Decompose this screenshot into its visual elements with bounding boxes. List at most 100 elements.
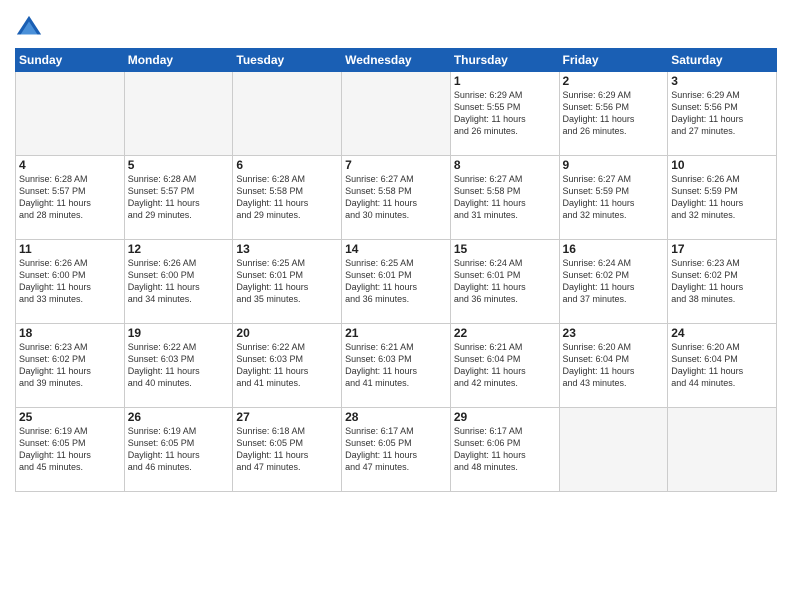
weekday-header: Sunday	[16, 49, 125, 72]
day-info: Sunrise: 6:25 AM Sunset: 6:01 PM Dayligh…	[345, 257, 447, 306]
calendar-week-row: 18Sunrise: 6:23 AM Sunset: 6:02 PM Dayli…	[16, 324, 777, 408]
day-info: Sunrise: 6:23 AM Sunset: 6:02 PM Dayligh…	[671, 257, 773, 306]
calendar-day-cell: 3Sunrise: 6:29 AM Sunset: 5:56 PM Daylig…	[668, 72, 777, 156]
calendar-day-cell	[124, 72, 233, 156]
calendar-day-cell: 21Sunrise: 6:21 AM Sunset: 6:03 PM Dayli…	[342, 324, 451, 408]
day-number: 24	[671, 326, 773, 340]
day-info: Sunrise: 6:23 AM Sunset: 6:02 PM Dayligh…	[19, 341, 121, 390]
calendar-day-cell	[668, 408, 777, 492]
day-number: 27	[236, 410, 338, 424]
day-number: 2	[563, 74, 665, 88]
day-number: 22	[454, 326, 556, 340]
day-info: Sunrise: 6:17 AM Sunset: 6:05 PM Dayligh…	[345, 425, 447, 474]
day-number: 25	[19, 410, 121, 424]
calendar-day-cell	[342, 72, 451, 156]
day-info: Sunrise: 6:20 AM Sunset: 6:04 PM Dayligh…	[671, 341, 773, 390]
calendar-day-cell: 4Sunrise: 6:28 AM Sunset: 5:57 PM Daylig…	[16, 156, 125, 240]
day-info: Sunrise: 6:29 AM Sunset: 5:56 PM Dayligh…	[563, 89, 665, 138]
calendar-day-cell: 17Sunrise: 6:23 AM Sunset: 6:02 PM Dayli…	[668, 240, 777, 324]
day-info: Sunrise: 6:26 AM Sunset: 6:00 PM Dayligh…	[19, 257, 121, 306]
calendar-day-cell: 5Sunrise: 6:28 AM Sunset: 5:57 PM Daylig…	[124, 156, 233, 240]
calendar-week-row: 11Sunrise: 6:26 AM Sunset: 6:00 PM Dayli…	[16, 240, 777, 324]
calendar-day-cell: 14Sunrise: 6:25 AM Sunset: 6:01 PM Dayli…	[342, 240, 451, 324]
day-number: 1	[454, 74, 556, 88]
calendar-week-row: 25Sunrise: 6:19 AM Sunset: 6:05 PM Dayli…	[16, 408, 777, 492]
calendar-day-cell: 24Sunrise: 6:20 AM Sunset: 6:04 PM Dayli…	[668, 324, 777, 408]
weekday-header: Friday	[559, 49, 668, 72]
day-number: 14	[345, 242, 447, 256]
day-number: 6	[236, 158, 338, 172]
weekday-header: Monday	[124, 49, 233, 72]
calendar-day-cell: 1Sunrise: 6:29 AM Sunset: 5:55 PM Daylig…	[450, 72, 559, 156]
day-number: 20	[236, 326, 338, 340]
weekday-header: Thursday	[450, 49, 559, 72]
day-info: Sunrise: 6:24 AM Sunset: 6:01 PM Dayligh…	[454, 257, 556, 306]
day-info: Sunrise: 6:17 AM Sunset: 6:06 PM Dayligh…	[454, 425, 556, 474]
day-info: Sunrise: 6:18 AM Sunset: 6:05 PM Dayligh…	[236, 425, 338, 474]
day-number: 21	[345, 326, 447, 340]
day-number: 18	[19, 326, 121, 340]
calendar-table: SundayMondayTuesdayWednesdayThursdayFrid…	[15, 48, 777, 492]
day-info: Sunrise: 6:25 AM Sunset: 6:01 PM Dayligh…	[236, 257, 338, 306]
day-info: Sunrise: 6:27 AM Sunset: 5:58 PM Dayligh…	[454, 173, 556, 222]
header	[15, 10, 777, 42]
day-info: Sunrise: 6:29 AM Sunset: 5:56 PM Dayligh…	[671, 89, 773, 138]
logo-icon	[15, 14, 43, 42]
day-info: Sunrise: 6:28 AM Sunset: 5:57 PM Dayligh…	[128, 173, 230, 222]
day-number: 19	[128, 326, 230, 340]
calendar-day-cell: 26Sunrise: 6:19 AM Sunset: 6:05 PM Dayli…	[124, 408, 233, 492]
calendar-day-cell: 25Sunrise: 6:19 AM Sunset: 6:05 PM Dayli…	[16, 408, 125, 492]
day-number: 15	[454, 242, 556, 256]
logo	[15, 14, 45, 42]
page: SundayMondayTuesdayWednesdayThursdayFrid…	[0, 0, 792, 612]
day-number: 26	[128, 410, 230, 424]
day-info: Sunrise: 6:21 AM Sunset: 6:04 PM Dayligh…	[454, 341, 556, 390]
calendar-day-cell: 13Sunrise: 6:25 AM Sunset: 6:01 PM Dayli…	[233, 240, 342, 324]
day-number: 12	[128, 242, 230, 256]
calendar-day-cell	[559, 408, 668, 492]
day-number: 5	[128, 158, 230, 172]
calendar-day-cell: 15Sunrise: 6:24 AM Sunset: 6:01 PM Dayli…	[450, 240, 559, 324]
calendar-day-cell	[233, 72, 342, 156]
day-number: 17	[671, 242, 773, 256]
calendar-day-cell: 16Sunrise: 6:24 AM Sunset: 6:02 PM Dayli…	[559, 240, 668, 324]
day-info: Sunrise: 6:27 AM Sunset: 5:58 PM Dayligh…	[345, 173, 447, 222]
day-number: 9	[563, 158, 665, 172]
day-info: Sunrise: 6:26 AM Sunset: 5:59 PM Dayligh…	[671, 173, 773, 222]
calendar-day-cell: 11Sunrise: 6:26 AM Sunset: 6:00 PM Dayli…	[16, 240, 125, 324]
calendar-day-cell: 22Sunrise: 6:21 AM Sunset: 6:04 PM Dayli…	[450, 324, 559, 408]
calendar-day-cell: 18Sunrise: 6:23 AM Sunset: 6:02 PM Dayli…	[16, 324, 125, 408]
calendar-day-cell: 12Sunrise: 6:26 AM Sunset: 6:00 PM Dayli…	[124, 240, 233, 324]
calendar-day-cell: 7Sunrise: 6:27 AM Sunset: 5:58 PM Daylig…	[342, 156, 451, 240]
calendar-day-cell: 27Sunrise: 6:18 AM Sunset: 6:05 PM Dayli…	[233, 408, 342, 492]
day-number: 16	[563, 242, 665, 256]
calendar-day-cell: 29Sunrise: 6:17 AM Sunset: 6:06 PM Dayli…	[450, 408, 559, 492]
day-info: Sunrise: 6:20 AM Sunset: 6:04 PM Dayligh…	[563, 341, 665, 390]
day-number: 28	[345, 410, 447, 424]
calendar-day-cell: 19Sunrise: 6:22 AM Sunset: 6:03 PM Dayli…	[124, 324, 233, 408]
day-info: Sunrise: 6:19 AM Sunset: 6:05 PM Dayligh…	[19, 425, 121, 474]
day-number: 7	[345, 158, 447, 172]
day-number: 29	[454, 410, 556, 424]
calendar-week-row: 4Sunrise: 6:28 AM Sunset: 5:57 PM Daylig…	[16, 156, 777, 240]
day-info: Sunrise: 6:28 AM Sunset: 5:58 PM Dayligh…	[236, 173, 338, 222]
day-number: 11	[19, 242, 121, 256]
day-number: 13	[236, 242, 338, 256]
day-number: 10	[671, 158, 773, 172]
day-info: Sunrise: 6:19 AM Sunset: 6:05 PM Dayligh…	[128, 425, 230, 474]
day-number: 23	[563, 326, 665, 340]
calendar-day-cell: 2Sunrise: 6:29 AM Sunset: 5:56 PM Daylig…	[559, 72, 668, 156]
calendar-week-row: 1Sunrise: 6:29 AM Sunset: 5:55 PM Daylig…	[16, 72, 777, 156]
weekday-header: Wednesday	[342, 49, 451, 72]
day-info: Sunrise: 6:29 AM Sunset: 5:55 PM Dayligh…	[454, 89, 556, 138]
day-info: Sunrise: 6:28 AM Sunset: 5:57 PM Dayligh…	[19, 173, 121, 222]
day-number: 8	[454, 158, 556, 172]
calendar-day-cell: 8Sunrise: 6:27 AM Sunset: 5:58 PM Daylig…	[450, 156, 559, 240]
day-info: Sunrise: 6:21 AM Sunset: 6:03 PM Dayligh…	[345, 341, 447, 390]
day-info: Sunrise: 6:22 AM Sunset: 6:03 PM Dayligh…	[128, 341, 230, 390]
calendar-day-cell: 20Sunrise: 6:22 AM Sunset: 6:03 PM Dayli…	[233, 324, 342, 408]
weekday-header: Saturday	[668, 49, 777, 72]
calendar-day-cell: 9Sunrise: 6:27 AM Sunset: 5:59 PM Daylig…	[559, 156, 668, 240]
calendar-header-row: SundayMondayTuesdayWednesdayThursdayFrid…	[16, 49, 777, 72]
calendar-day-cell	[16, 72, 125, 156]
